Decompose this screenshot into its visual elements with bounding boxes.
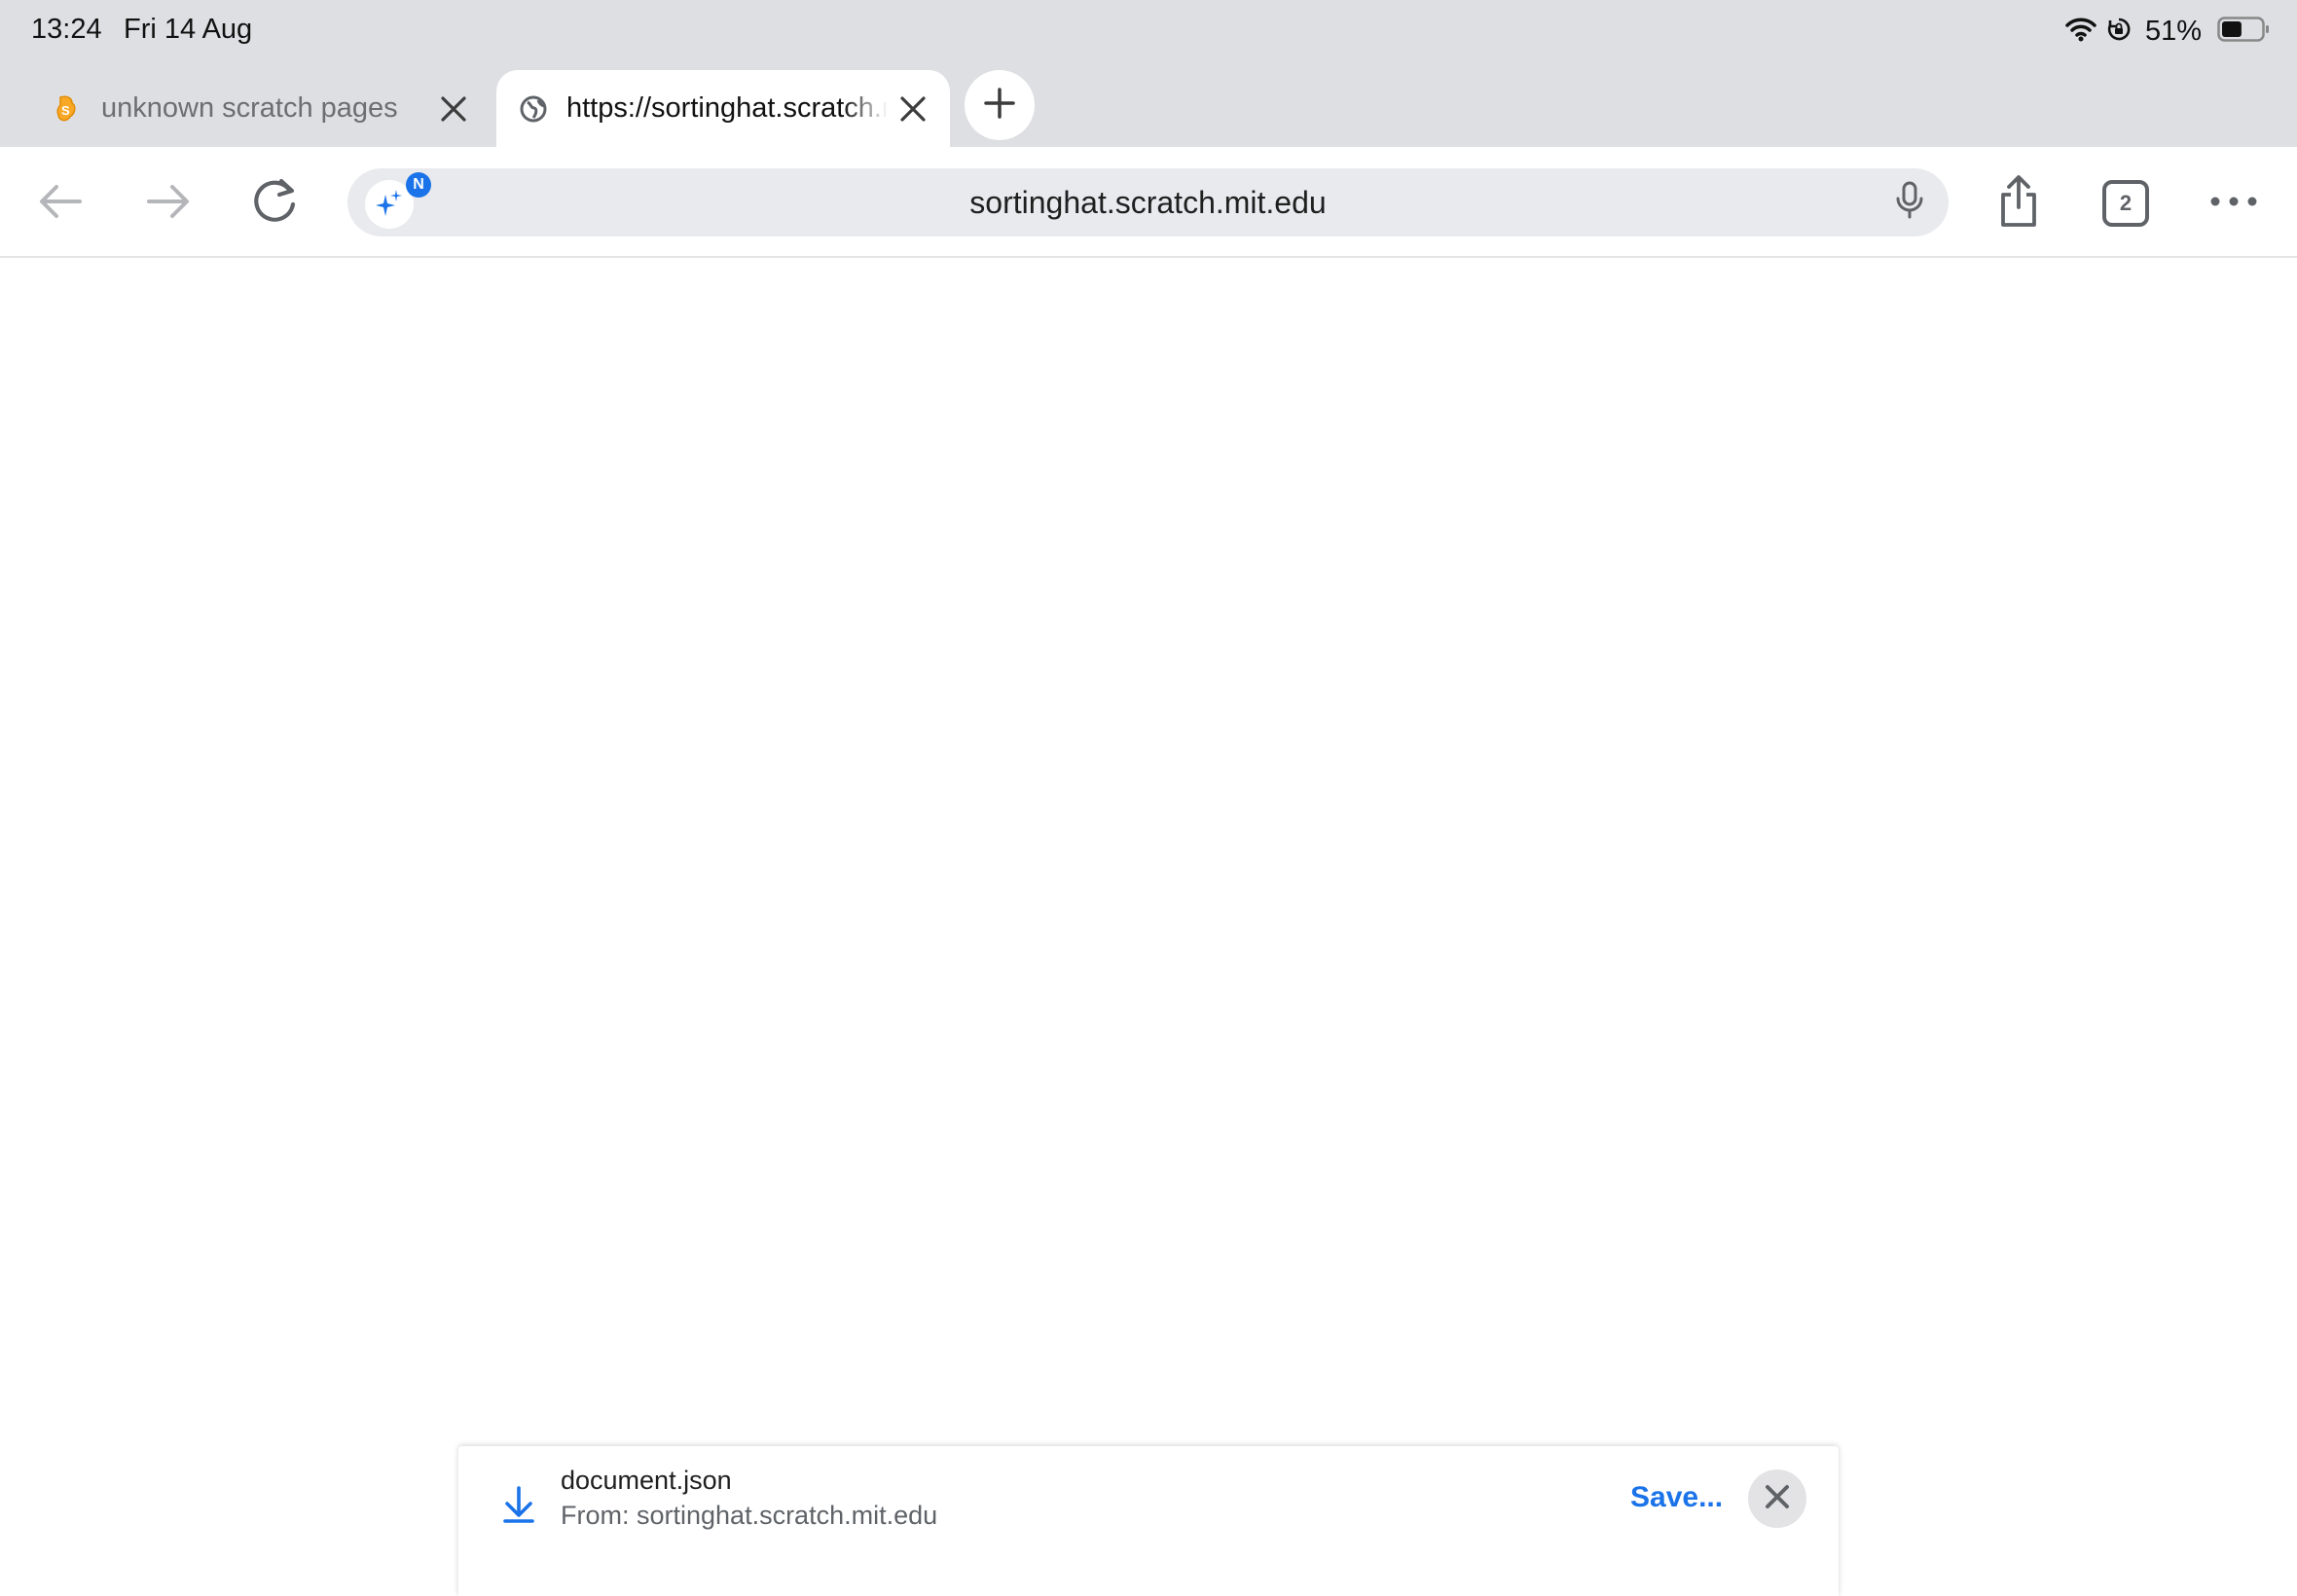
more-menu-button[interactable] xyxy=(2205,174,2263,233)
svg-text:S: S xyxy=(61,103,70,118)
globe-icon xyxy=(518,93,549,125)
battery-icon xyxy=(2217,16,2270,47)
address-bar[interactable]: N sortinghat.scratch.mit.edu xyxy=(347,168,1949,236)
wifi-icon xyxy=(2065,17,2096,47)
browser-chrome: 13:24 Fri 14 Aug 51% S unknown scratch p… xyxy=(0,0,2297,147)
scratch-cat-icon: S xyxy=(51,93,82,125)
tab-title: https://sortinghat.scratch.mit.edu xyxy=(566,92,888,124)
reload-icon xyxy=(251,177,300,231)
reload-button[interactable] xyxy=(246,174,305,233)
close-tab-icon[interactable] xyxy=(434,90,473,128)
tab-count: 2 xyxy=(2102,180,2149,227)
tab-switcher-button[interactable]: 2 xyxy=(2096,174,2155,233)
plus-icon xyxy=(983,87,1016,125)
download-icon xyxy=(495,1481,542,1528)
arrow-left-icon xyxy=(37,182,84,226)
tab-unknown-scratch-pages[interactable]: S unknown scratch pages xyxy=(29,70,482,147)
page-content xyxy=(0,258,2297,1446)
download-bar: document.json From: sortinghat.scratch.m… xyxy=(458,1446,1839,1596)
microphone-icon xyxy=(1895,181,1924,225)
toolbar: N sortinghat.scratch.mit.edu 2 xyxy=(0,147,2297,258)
tab-sortinghat[interactable]: https://sortinghat.scratch.mit.edu xyxy=(496,70,950,147)
dismiss-download-button[interactable] xyxy=(1748,1469,1806,1528)
arrow-right-icon xyxy=(145,182,192,226)
share-button[interactable] xyxy=(1989,174,2048,233)
status-date: Fri 14 Aug xyxy=(124,14,253,45)
rotation-lock-icon xyxy=(2106,17,2132,47)
battery-percent: 51% xyxy=(2144,15,2202,47)
close-icon xyxy=(1765,1484,1790,1514)
new-tab-button[interactable] xyxy=(965,70,1035,140)
status-bar: 13:24 Fri 14 Aug 51% xyxy=(0,0,2297,58)
download-source: From: sortinghat.scratch.mit.edu xyxy=(561,1501,938,1530)
save-button[interactable]: Save... xyxy=(1630,1481,1723,1514)
close-tab-icon[interactable] xyxy=(893,90,932,128)
tab-title: unknown scratch pages xyxy=(101,92,398,124)
download-filename: document.json xyxy=(561,1466,732,1495)
url-text[interactable]: sortinghat.scratch.mit.edu xyxy=(347,168,1949,236)
forward-button[interactable] xyxy=(139,174,198,233)
status-indicators: 51% xyxy=(2065,14,2270,49)
back-button[interactable] xyxy=(31,174,90,233)
share-icon xyxy=(1997,174,2040,234)
status-time: 13:24 xyxy=(31,14,102,45)
voice-search-button[interactable] xyxy=(1890,181,1929,225)
more-dots-icon xyxy=(2209,195,2258,212)
